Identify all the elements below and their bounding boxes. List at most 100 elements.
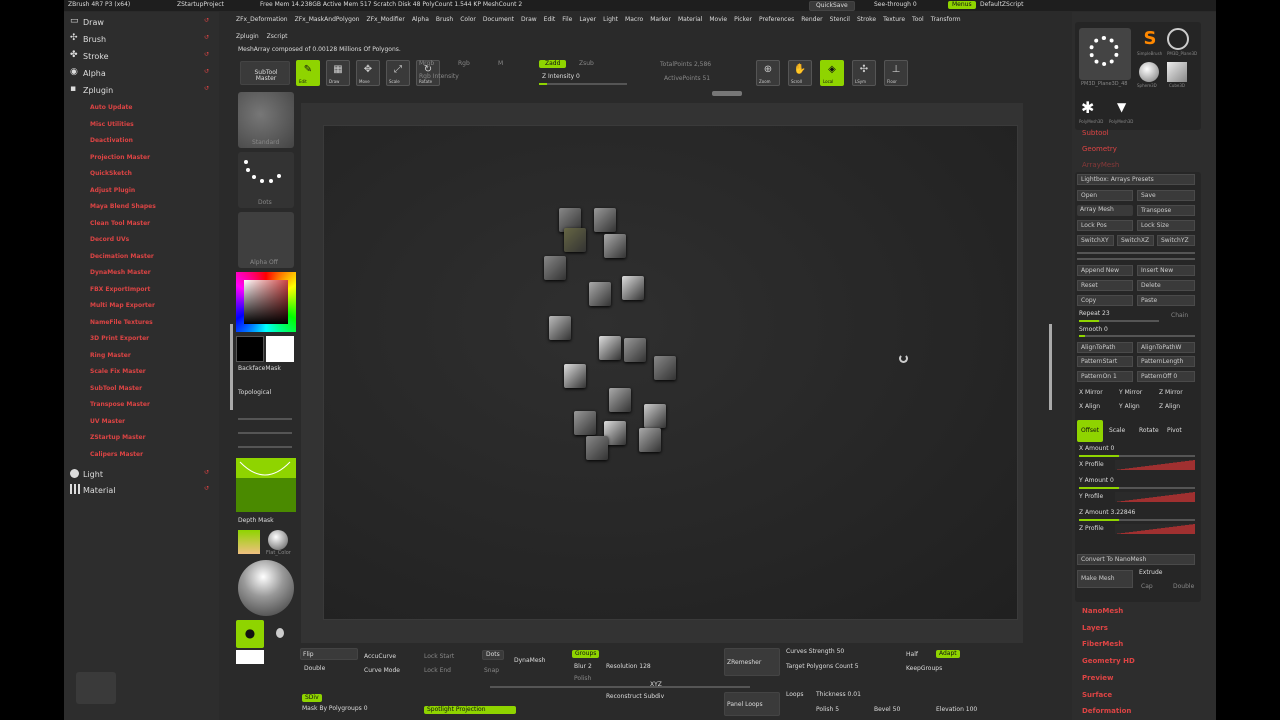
rotate-tab[interactable]: Rotate bbox=[1139, 428, 1159, 434]
double-button[interactable]: Double bbox=[1173, 584, 1194, 590]
curve-mode-button[interactable]: Curve Mode bbox=[364, 668, 400, 674]
menu-texture[interactable]: Texture bbox=[883, 17, 905, 23]
sphere-icon[interactable] bbox=[1139, 62, 1159, 82]
menu-marker[interactable]: Marker bbox=[650, 17, 671, 23]
palette-alpha[interactable]: ◉ Alpha ↺ bbox=[70, 67, 215, 81]
floor-button[interactable]: ⊥ Floor bbox=[884, 60, 908, 86]
light-pin-icon[interactable]: ↺ bbox=[204, 470, 209, 476]
menu-zplugin[interactable]: Zplugin bbox=[236, 34, 259, 40]
palette-draw[interactable]: ▭ Draw ↺ bbox=[70, 16, 215, 30]
matcap-small-icon[interactable] bbox=[268, 530, 288, 550]
star-icon[interactable]: ✱ bbox=[1081, 98, 1094, 117]
zadd-button[interactable]: Zadd bbox=[539, 60, 567, 68]
reconstruct-subdiv-button[interactable]: Reconstruct Subdiv bbox=[606, 694, 664, 700]
x-amount-0-slider[interactable]: X Amount 0 bbox=[1079, 446, 1114, 452]
menu-picker[interactable]: Picker bbox=[734, 17, 752, 23]
target-polygons-slider[interactable]: Target Polygons Count 5 bbox=[786, 664, 859, 670]
geometry-section[interactable]: Geometry bbox=[1082, 145, 1117, 153]
plugin-fbx-exportimport[interactable]: FBX ExportImport bbox=[90, 286, 150, 293]
menu-color[interactable]: Color bbox=[460, 17, 476, 23]
copy-button[interactable]: Copy bbox=[1077, 295, 1133, 306]
menu-alpha[interactable]: Alpha bbox=[412, 17, 429, 23]
reset-button[interactable]: Reset bbox=[1077, 280, 1133, 291]
switch-yz-button[interactable]: SwitchYZ bbox=[1157, 235, 1195, 246]
menu-material[interactable]: Material bbox=[678, 17, 702, 23]
plugin-multi-map-exporter[interactable]: Multi Map Exporter bbox=[90, 303, 155, 309]
stroke-thumbnail[interactable]: Dots bbox=[238, 152, 294, 208]
alpha-pin-icon[interactable]: ↺ bbox=[204, 69, 209, 75]
lsym-button[interactable]: ✣ LSym bbox=[852, 60, 876, 86]
menu-file[interactable]: File bbox=[562, 17, 572, 23]
diamond-icon[interactable]: ▼ bbox=[1117, 100, 1126, 114]
section-deformation[interactable]: Deformation bbox=[1082, 707, 1131, 715]
snap-button[interactable]: Snap bbox=[484, 668, 499, 674]
polish-button[interactable]: Polish bbox=[574, 676, 591, 682]
chain-button[interactable]: Chain bbox=[1171, 313, 1188, 319]
plugin-transpose-master[interactable]: Transpose Master bbox=[90, 402, 150, 408]
flip-button[interactable]: Flip bbox=[300, 648, 358, 660]
resolution-slider[interactable]: Resolution 128 bbox=[606, 664, 651, 670]
pattern-length-slider[interactable]: PatternLength bbox=[1137, 356, 1195, 367]
double-button[interactable]: Double bbox=[304, 666, 325, 672]
section-preview[interactable]: Preview bbox=[1082, 674, 1114, 682]
draw-button[interactable]: ▦ Draw bbox=[326, 60, 350, 86]
mrgb-button[interactable]: Mrgb bbox=[419, 61, 434, 67]
scale-tab[interactable]: Scale bbox=[1109, 428, 1125, 434]
menu-layer[interactable]: Layer bbox=[579, 17, 596, 23]
section-fibermesh[interactable]: FiberMesh bbox=[1082, 640, 1123, 648]
x-profile-slider[interactable]: X Profile bbox=[1079, 462, 1104, 468]
material-sphere[interactable] bbox=[238, 560, 294, 616]
menu-zfx-maskandpolygon[interactable]: ZFx_MaskAndPolygon bbox=[295, 17, 360, 23]
simplebrush-icon[interactable]: S bbox=[1139, 28, 1161, 50]
switch-xz-button[interactable]: SwitchXZ bbox=[1117, 235, 1154, 246]
default-script[interactable]: DefaultZScript bbox=[980, 2, 1023, 8]
bevel-slider[interactable]: Bevel 50 bbox=[874, 707, 900, 713]
scale-button[interactable]: ⤢ Scale bbox=[386, 60, 410, 86]
plugin-adjust-plugin[interactable]: Adjust Plugin bbox=[90, 187, 135, 194]
secondary-color-swatch[interactable] bbox=[266, 336, 294, 362]
half-button[interactable]: Half bbox=[906, 652, 918, 658]
z-amount-3-22846-slider[interactable]: Z Amount 3.22846 bbox=[1079, 510, 1135, 516]
z-mirror-button[interactable]: Z Mirror bbox=[1159, 390, 1183, 396]
plugin-projection-master[interactable]: Projection Master bbox=[90, 154, 150, 161]
array-mesh-button[interactable]: Array Mesh bbox=[1077, 205, 1133, 216]
rgb-intensity-slider[interactable]: Rgb Intensity bbox=[419, 74, 459, 80]
canvas-area[interactable] bbox=[301, 103, 1023, 643]
lock-size-button[interactable]: Lock Size bbox=[1137, 220, 1195, 231]
cube-icon[interactable] bbox=[1167, 62, 1187, 82]
z-profile-slider[interactable]: Z Profile bbox=[1079, 526, 1104, 532]
toolbar-scroll-handle[interactable] bbox=[712, 91, 742, 96]
z-align-button[interactable]: Z Align bbox=[1159, 404, 1180, 410]
material-pin-icon[interactable]: ↺ bbox=[204, 486, 209, 492]
plugin-3d-print-exporter[interactable]: 3D Print Exporter bbox=[90, 336, 149, 342]
dots-button[interactable]: Dots bbox=[482, 650, 504, 660]
cap-button[interactable]: Cap bbox=[1141, 584, 1153, 590]
plugin-dynamesh-master[interactable]: DynaMesh Master bbox=[90, 270, 151, 276]
menu-stencil[interactable]: Stencil bbox=[830, 17, 850, 23]
brush-thumbnail[interactable]: Standard bbox=[238, 92, 294, 148]
quicksave-button[interactable]: QuickSave bbox=[809, 1, 855, 11]
subtool-master-button[interactable]: SubTool Master bbox=[240, 61, 290, 85]
ring-small-icon[interactable] bbox=[1167, 28, 1189, 50]
palette-stroke[interactable]: ✤ Stroke ↺ bbox=[70, 50, 215, 64]
plugin-zstartup-master[interactable]: ZStartup Master bbox=[90, 435, 146, 441]
menu-brush[interactable]: Brush bbox=[436, 17, 453, 23]
m-button[interactable]: M bbox=[498, 61, 503, 67]
spotlight-projection-button[interactable]: Spotlight Projection bbox=[424, 706, 516, 714]
x-mirror-button[interactable]: X Mirror bbox=[1079, 390, 1103, 396]
palette-brush[interactable]: ✣ Brush ↺ bbox=[70, 33, 215, 47]
plugin-ring-master[interactable]: Ring Master bbox=[90, 352, 131, 359]
palette-zplugin[interactable]: ▪ Zplugin ↺ bbox=[70, 84, 215, 98]
make-mesh-button[interactable]: Make Mesh bbox=[1077, 570, 1133, 588]
document-canvas[interactable] bbox=[323, 125, 1018, 620]
adapt-button[interactable]: Adapt bbox=[936, 650, 960, 658]
menu-draw[interactable]: Draw bbox=[521, 17, 537, 23]
menu-preferences[interactable]: Preferences bbox=[759, 17, 794, 23]
zplugin-pin-icon[interactable]: ↺ bbox=[204, 86, 209, 92]
plugin-calipers-master[interactable]: Calipers Master bbox=[90, 451, 143, 458]
plugin-maya-blend-shapes[interactable]: Maya Blend Shapes bbox=[90, 204, 156, 210]
depth-mask-thumbnail[interactable] bbox=[236, 458, 296, 512]
dynamesh-button[interactable]: DynaMesh bbox=[514, 658, 545, 664]
rgb-button[interactable]: Rgb bbox=[458, 61, 470, 67]
stroke-pin-icon[interactable]: ↺ bbox=[204, 52, 209, 58]
